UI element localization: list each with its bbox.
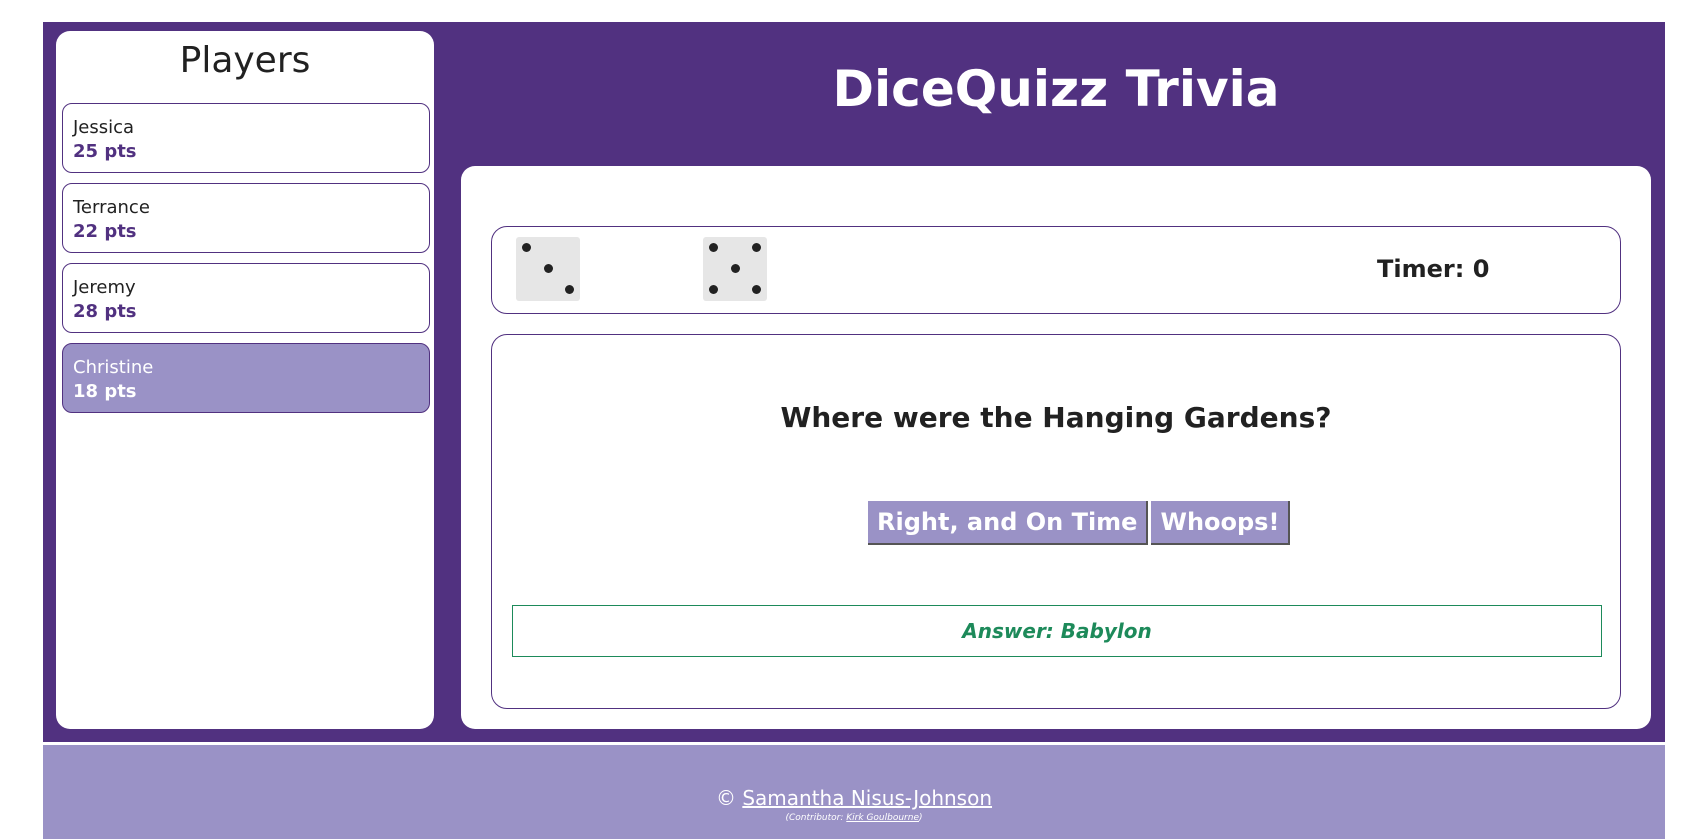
contributor-suffix: ) xyxy=(919,813,923,823)
die-pip xyxy=(544,264,553,273)
die-pip xyxy=(731,264,740,273)
page: Players Jessica 25 pts Terrance 22 pts J… xyxy=(43,22,1665,839)
player-card-christine[interactable]: Christine 18 pts xyxy=(62,343,430,413)
players-title: Players xyxy=(179,40,311,81)
contributor-link[interactable]: Kirk Goulbourne xyxy=(846,813,919,823)
die-five[interactable] xyxy=(703,237,767,301)
player-name: Jeremy xyxy=(73,277,136,298)
player-name: Christine xyxy=(73,357,154,378)
answer-buttons: Right, and On Time Whoops! xyxy=(868,501,1293,545)
main-area: Players Jessica 25 pts Terrance 22 pts J… xyxy=(43,22,1665,742)
player-points: 18 pts xyxy=(73,381,137,402)
author-link[interactable]: Samantha Nisus-Johnson xyxy=(742,786,992,810)
question-box: Where were the Hanging Gardens? Right, a… xyxy=(491,334,1621,709)
player-name: Terrance xyxy=(73,197,150,218)
die-pip xyxy=(752,243,761,252)
right-on-time-button[interactable]: Right, and On Time xyxy=(868,501,1149,545)
dice-row: Timer: 0 xyxy=(491,226,1621,314)
copyright-symbol: © xyxy=(715,786,736,810)
die-pip xyxy=(565,285,574,294)
app-title: DiceQuizz Trivia xyxy=(832,60,1280,118)
timer-value: 0 xyxy=(1472,255,1490,283)
player-points: 25 pts xyxy=(73,141,137,162)
player-card-terrance[interactable]: Terrance 22 pts xyxy=(62,183,430,253)
player-card-jeremy[interactable]: Jeremy 28 pts xyxy=(62,263,430,333)
players-panel: Players Jessica 25 pts Terrance 22 pts J… xyxy=(56,31,434,729)
player-list: Jessica 25 pts Terrance 22 pts Jeremy 28… xyxy=(62,103,430,423)
timer: Timer: 0 xyxy=(1377,253,1489,285)
timer-label: Timer: xyxy=(1377,255,1465,283)
game-panel: Timer: 0 Where were the Hanging Gardens?… xyxy=(461,166,1651,729)
die-pip xyxy=(709,285,718,294)
whoops-button[interactable]: Whoops! xyxy=(1151,501,1291,545)
die-three[interactable] xyxy=(516,237,580,301)
answer-box: Answer: Babylon xyxy=(512,605,1602,657)
answer-label: Answer: xyxy=(962,619,1054,643)
die-pip xyxy=(709,243,718,252)
contributor-prefix: (Contributor: xyxy=(785,813,847,823)
contributor-credit: (Contributor: Kirk Goulbourne) xyxy=(43,812,1665,824)
die-pip xyxy=(752,285,761,294)
player-points: 28 pts xyxy=(73,301,137,322)
player-card-jessica[interactable]: Jessica 25 pts xyxy=(62,103,430,173)
answer-value: Babylon xyxy=(1060,619,1152,643)
copyright: © Samantha Nisus-Johnson xyxy=(43,785,1665,811)
player-points: 22 pts xyxy=(73,221,137,242)
question-text: Where were the Hanging Gardens? xyxy=(780,401,1332,434)
player-name: Jessica xyxy=(73,117,135,138)
footer: © Samantha Nisus-Johnson (Contributor: K… xyxy=(43,745,1665,839)
die-pip xyxy=(522,243,531,252)
